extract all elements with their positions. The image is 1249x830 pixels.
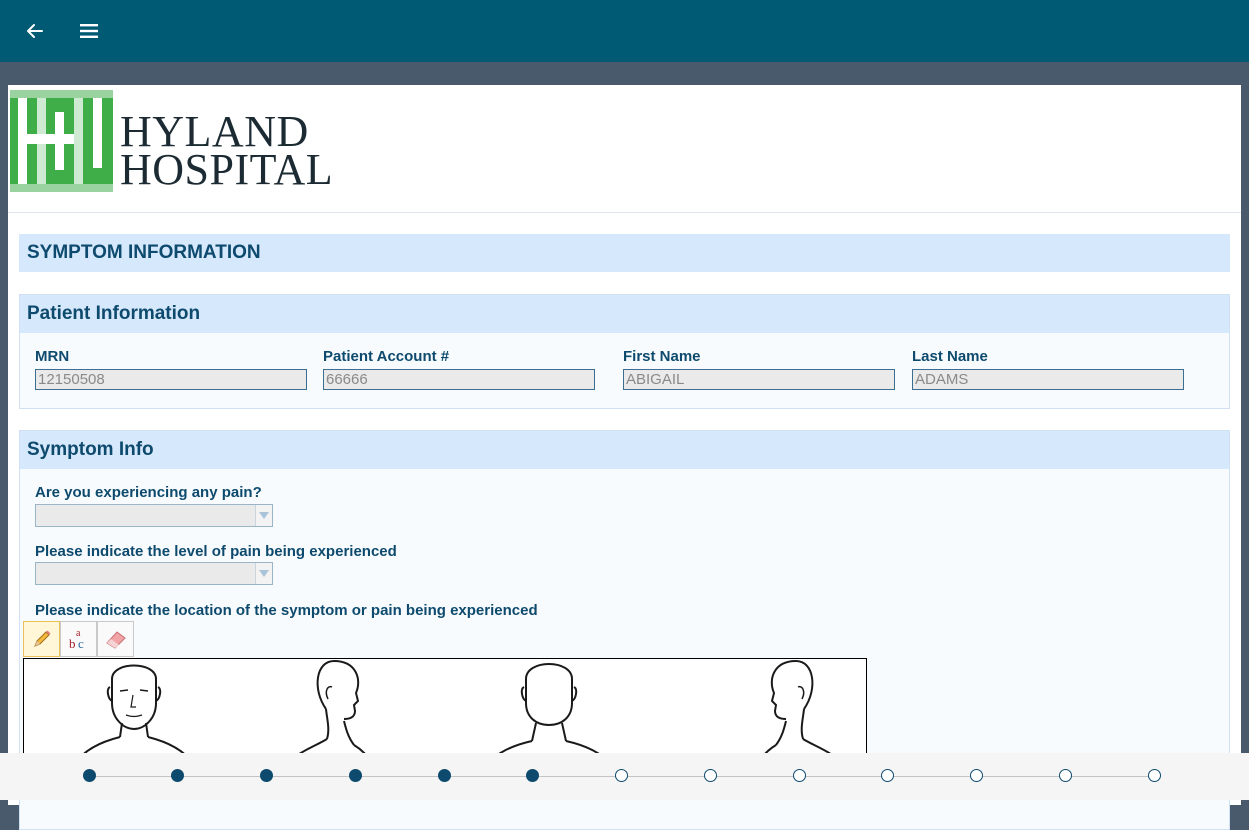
mrn-field[interactable] bbox=[35, 369, 307, 390]
last-name-label: Last Name bbox=[912, 348, 988, 365]
stepper-step[interactable] bbox=[1058, 769, 1072, 782]
app-bar bbox=[0, 0, 1249, 62]
back-button[interactable] bbox=[17, 13, 53, 49]
chevron-down-icon bbox=[259, 511, 269, 519]
pain-dropdown[interactable] bbox=[35, 504, 273, 527]
last-name-field[interactable] bbox=[912, 369, 1184, 390]
stepper-step[interactable] bbox=[437, 769, 451, 782]
first-name-label: First Name bbox=[623, 348, 701, 365]
eraser-icon bbox=[105, 631, 126, 649]
logo-text-line2: HOSPITAL bbox=[120, 145, 334, 194]
menu-button[interactable] bbox=[71, 13, 107, 49]
pain-level-dropdown-value bbox=[36, 563, 255, 584]
dropdown-arrow-button[interactable] bbox=[255, 563, 272, 584]
stepper-step[interactable] bbox=[348, 769, 362, 782]
stepper-step[interactable] bbox=[1147, 769, 1161, 782]
dropdown-arrow-button[interactable] bbox=[255, 505, 272, 526]
stepper-step[interactable] bbox=[703, 769, 717, 782]
arrow-left-icon bbox=[27, 24, 43, 38]
stepper-step[interactable] bbox=[615, 769, 628, 782]
mrn-field-group: MRN bbox=[35, 348, 307, 390]
eraser-tool-button[interactable] bbox=[97, 621, 134, 657]
head-right-side-icon bbox=[285, 659, 375, 768]
patient-information-header: Patient Information bbox=[20, 295, 1229, 333]
pain-location-question-label: Please indicate the location of the symp… bbox=[35, 602, 538, 619]
last-name-field-group: Last Name bbox=[912, 348, 1184, 390]
svg-text:c: c bbox=[78, 636, 84, 651]
head-front-icon bbox=[73, 664, 195, 766]
drawing-toolbar: a b c bbox=[23, 621, 134, 657]
pain-question-label: Are you experiencing any pain? bbox=[35, 484, 262, 501]
patient-account-field-group: Patient Account # bbox=[323, 348, 595, 390]
hospital-logo-mark-icon bbox=[10, 90, 113, 192]
hospital-logo: HYLAND HOSPITAL bbox=[8, 85, 1241, 213]
stepper-step[interactable] bbox=[970, 769, 983, 782]
form-title: SYMPTOM INFORMATION bbox=[19, 234, 1230, 272]
text-tool-button[interactable]: a b c bbox=[60, 621, 97, 657]
text-abc-icon: a b c bbox=[69, 628, 84, 651]
patient-account-field[interactable] bbox=[323, 369, 595, 390]
stepper-step[interactable] bbox=[260, 769, 273, 782]
first-name-field[interactable] bbox=[623, 369, 895, 390]
patient-information-panel: Patient Information MRN Patient Account … bbox=[19, 294, 1230, 409]
form-page: HYLAND HOSPITAL SYMPTOM INFORMATION Pati… bbox=[8, 85, 1241, 830]
mrn-label: MRN bbox=[35, 348, 70, 365]
stepper-step[interactable] bbox=[792, 769, 806, 782]
patient-account-label: Patient Account # bbox=[323, 348, 450, 365]
first-name-field-group: First Name bbox=[623, 348, 895, 390]
pencil-tool-button[interactable] bbox=[23, 621, 60, 657]
head-back-icon bbox=[485, 663, 613, 768]
stepper-step[interactable] bbox=[82, 769, 96, 782]
pencil-icon bbox=[33, 630, 50, 647]
pain-level-dropdown[interactable] bbox=[35, 562, 273, 585]
svg-text:b: b bbox=[69, 636, 76, 651]
head-left-side-icon bbox=[755, 659, 845, 768]
pain-dropdown-value bbox=[36, 505, 255, 526]
pain-level-question-label: Please indicate the level of pain being … bbox=[35, 543, 397, 560]
chevron-down-icon bbox=[259, 569, 269, 577]
symptom-info-header: Symptom Info bbox=[20, 431, 1229, 469]
hamburger-menu-icon bbox=[80, 24, 98, 38]
